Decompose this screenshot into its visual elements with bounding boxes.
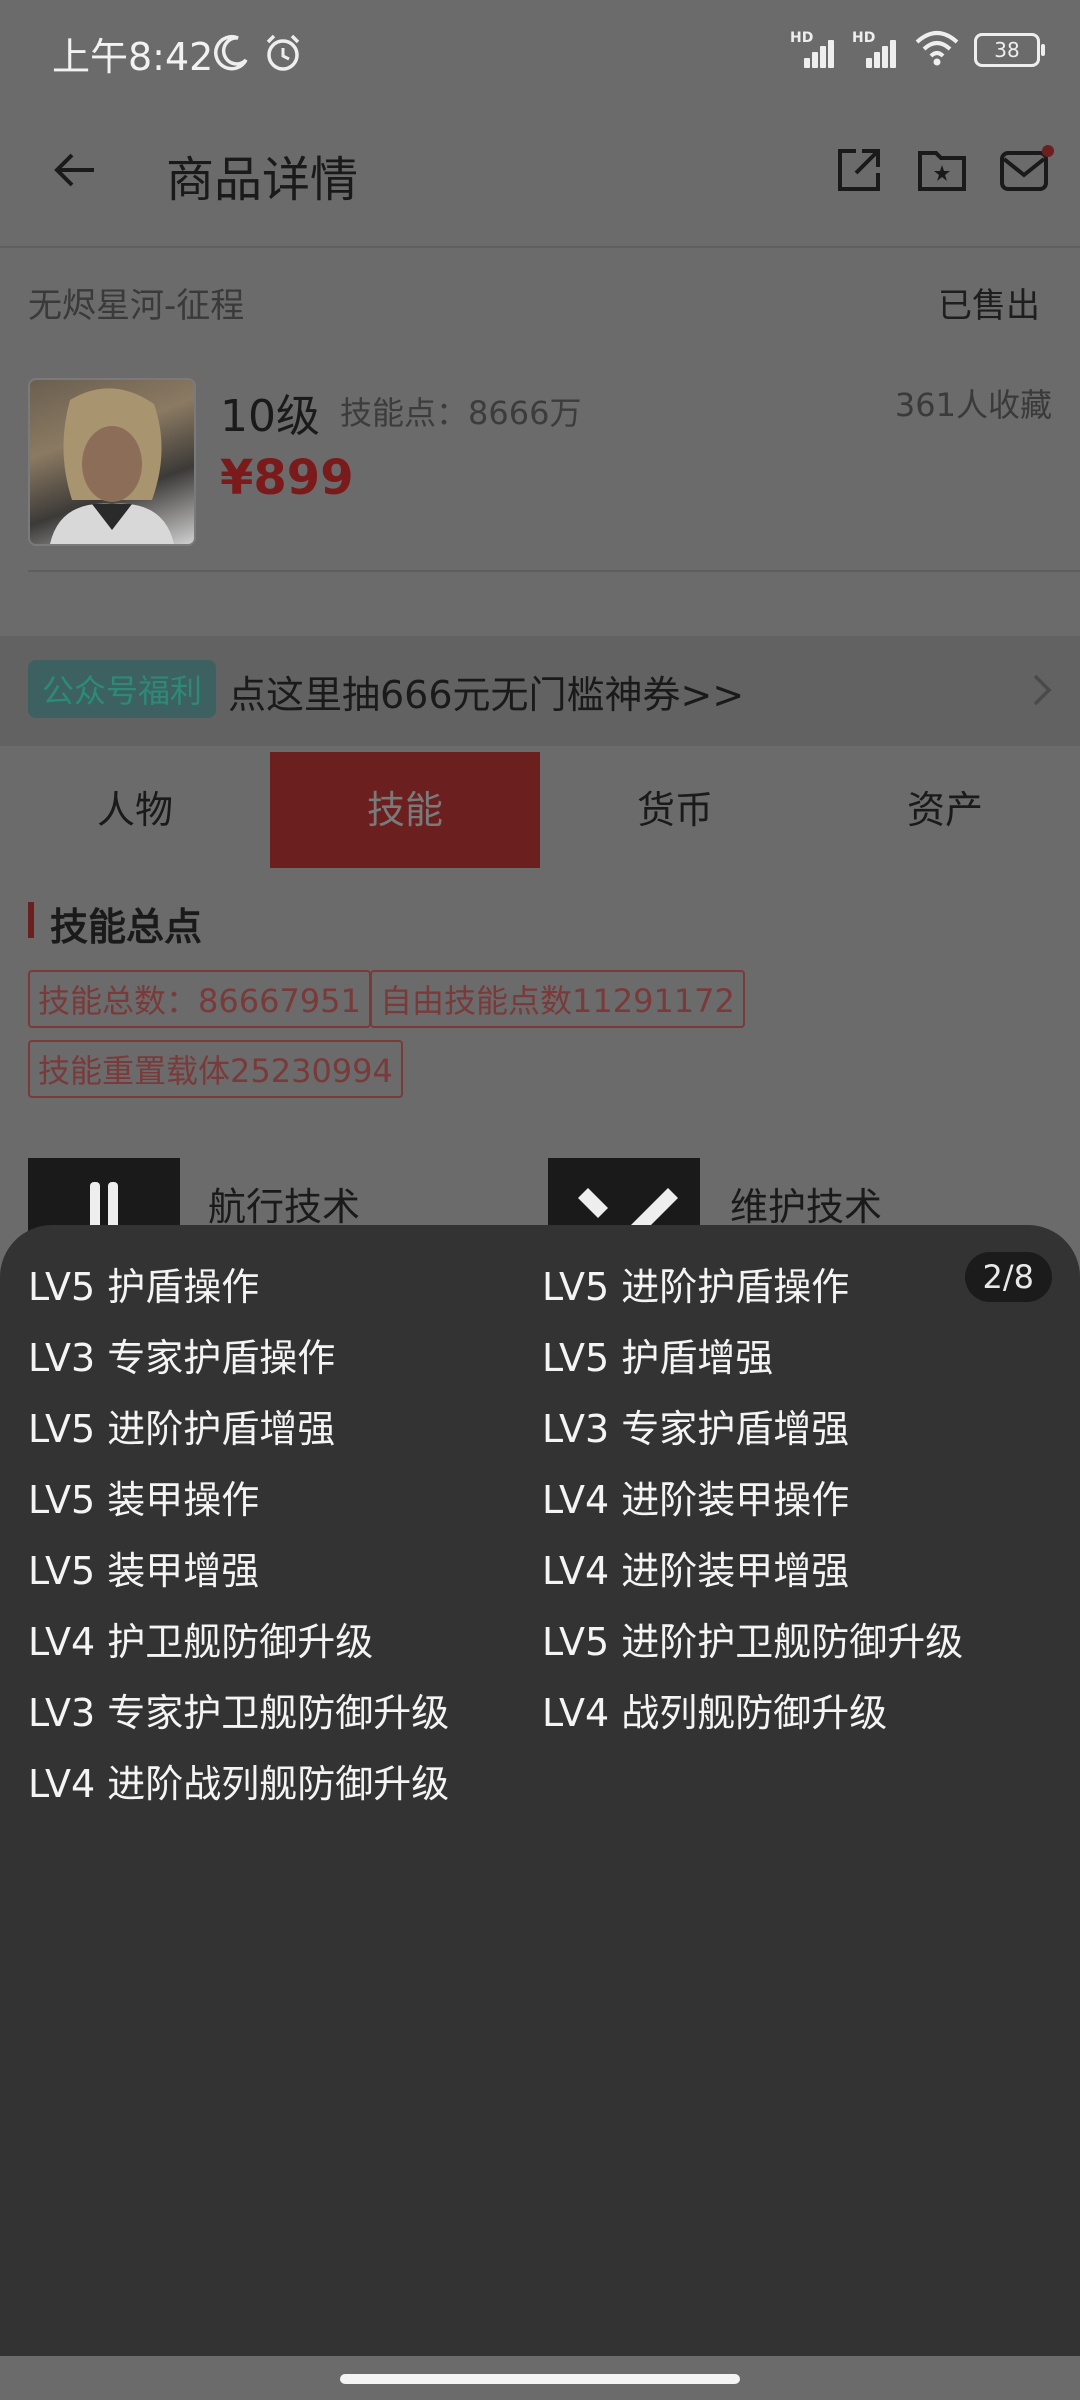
skill-item: LV4 进阶装甲增强: [542, 1549, 850, 1593]
skill-item: LV5 进阶护卫舰防御升级: [542, 1620, 964, 1664]
skill-item: LV3 专家护卫舰防御升级: [28, 1691, 450, 1735]
wifi-icon: [914, 30, 960, 70]
page-title: 商品详情: [166, 152, 359, 208]
skill-item: LV5 装甲操作: [28, 1478, 260, 1522]
status-time: 上午8:42: [52, 35, 214, 79]
moon-icon: [212, 34, 250, 76]
detail-tabs: 人物 技能 货币 资产: [0, 752, 1080, 868]
free-skill-chip: 自由技能点数11291172: [370, 970, 745, 1028]
price: ¥899: [220, 450, 354, 506]
skill-item: LV4 战列舰防御升级: [542, 1691, 888, 1735]
character-level: 10级: [220, 391, 320, 442]
skill-item: LV5 进阶护盾增强: [28, 1407, 336, 1451]
header-divider: [0, 246, 1080, 248]
tab-assets[interactable]: 资产: [810, 752, 1080, 868]
skill-item: LV4 进阶战列舰防御升级: [28, 1762, 450, 1806]
home-indicator[interactable]: [340, 2374, 740, 2384]
page-indicator: 2/8: [964, 1252, 1052, 1302]
character-avatar[interactable]: [28, 378, 196, 546]
skill-item: LV3 专家护盾操作: [28, 1336, 336, 1380]
section-accent: [28, 902, 34, 938]
mail-icon[interactable]: [998, 145, 1054, 195]
promo-text[interactable]: 点这里抽666元无门槛神券>>: [228, 664, 744, 719]
tab-character[interactable]: 人物: [0, 752, 270, 868]
reset-carrier-chip: 技能重置载体25230994: [28, 1040, 403, 1098]
skill-item: LV4 护卫舰防御升级: [28, 1620, 374, 1664]
favorite-folder-icon[interactable]: [916, 145, 966, 195]
share-icon[interactable]: [834, 145, 884, 195]
signal-icon: HD: [790, 30, 838, 70]
section-title: 技能总点: [50, 905, 203, 949]
signal-icon: HD: [852, 30, 900, 70]
skill-item: LV5 护盾增强: [542, 1336, 774, 1380]
category-navigation[interactable]: 航行技术: [208, 1176, 360, 1231]
skill-total-chip: 技能总数：86667951: [28, 970, 371, 1028]
battery-indicator: 38: [974, 33, 1045, 67]
category-maintenance[interactable]: 维护技术: [730, 1176, 882, 1231]
skill-item: LV5 护盾操作: [28, 1265, 260, 1309]
tab-skills[interactable]: 技能: [270, 752, 540, 868]
skill-item: LV3 专家护盾增强: [542, 1407, 850, 1451]
skill-item: LV5 装甲增强: [28, 1549, 260, 1593]
promo-tag: 公众号福利: [28, 660, 217, 718]
skill-item: LV4 进阶装甲操作: [542, 1478, 850, 1522]
alarm-icon: [262, 32, 304, 78]
sold-status: 已售出: [938, 286, 1040, 326]
chevron-right-icon[interactable]: [1032, 672, 1052, 716]
item-divider: [28, 570, 1080, 572]
skill-item: LV5 进阶护盾操作: [542, 1265, 850, 1309]
tab-currency[interactable]: 货币: [540, 752, 810, 868]
game-name: 无烬星河-征程: [28, 286, 245, 326]
skill-points: 技能点：8666万: [340, 394, 582, 432]
back-arrow-icon[interactable]: [50, 145, 100, 195]
favorite-count: 361人收藏: [894, 386, 1052, 424]
